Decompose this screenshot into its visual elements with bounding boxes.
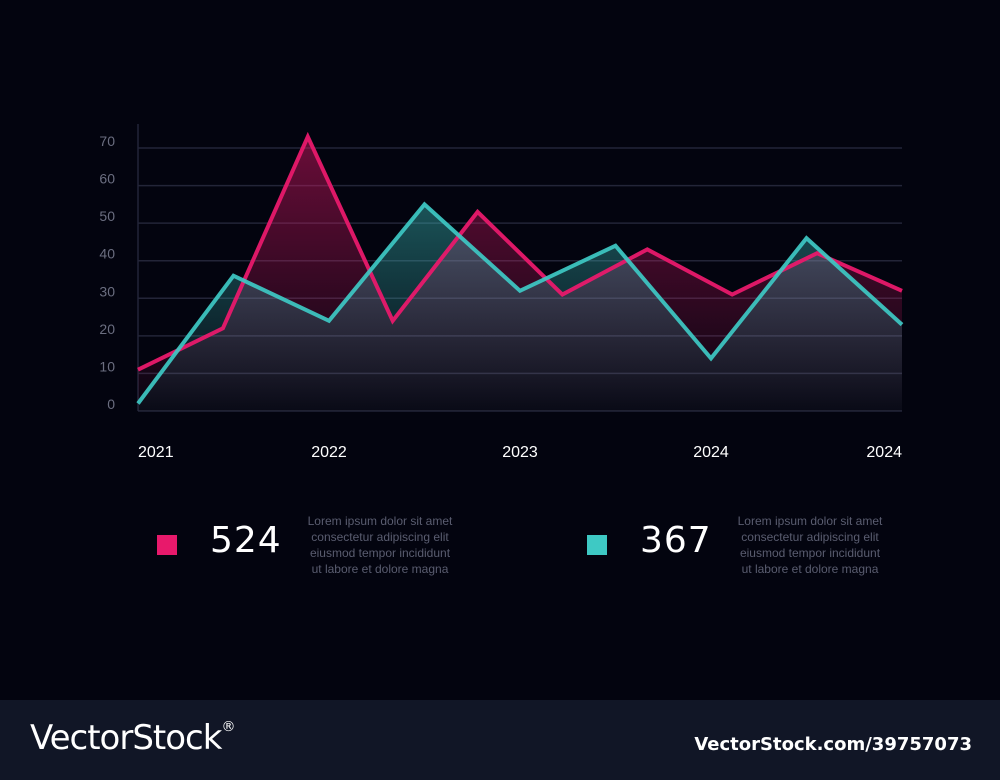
legend-swatch-pink [157, 535, 177, 555]
registered-mark: ® [221, 719, 235, 735]
x-axis-ticks: 2021 2022 2023 2024 2024 [138, 444, 902, 461]
footer-bar: VectorStock® VectorStock.com/39757073 [0, 700, 1000, 780]
vectorstock-logo: VectorStock® [30, 718, 235, 758]
x-tick-label: 2024 [866, 444, 902, 461]
desc-line: ut labore et dolore magna [311, 562, 449, 576]
desc-line: Lorem ipsum dolor sit amet [307, 514, 453, 528]
y-tick-label: 30 [99, 283, 115, 299]
stat-value-teal: 367 [640, 520, 712, 561]
stat-pink: 524 Lorem ipsum dolor sit amet consectet… [155, 510, 475, 590]
desc-line: consectetur adipiscing elit [311, 530, 449, 544]
image-id: VectorStock.com/39757073 [694, 734, 972, 755]
desc-line: Lorem ipsum dolor sit amet [737, 514, 883, 528]
line-area-chart: 0 10 20 30 40 50 60 70 2021 2022 2023 2024 2024 [99, 124, 904, 461]
stat-description-teal: Lorem ipsum dolor sit amet consectetur a… [715, 513, 905, 577]
x-tick-label: 2023 [502, 444, 538, 461]
desc-line: ut labore et dolore magna [741, 562, 879, 576]
y-tick-label: 20 [99, 321, 115, 337]
desc-line: consectetur adipiscing elit [741, 530, 879, 544]
logo-text: VectorStock [30, 718, 222, 758]
desc-line: eiusmod tempor incididunt [739, 546, 881, 560]
y-tick-label: 40 [99, 246, 115, 262]
y-axis-ticks: 0 10 20 30 40 50 60 70 [99, 133, 115, 412]
x-tick-label: 2024 [693, 444, 729, 461]
stat-description-pink: Lorem ipsum dolor sit amet consectetur a… [285, 513, 475, 577]
x-tick-label: 2021 [138, 444, 174, 461]
y-tick-label: 70 [99, 133, 115, 149]
y-tick-label: 60 [99, 171, 115, 187]
stat-teal: 367 Lorem ipsum dolor sit amet consectet… [585, 510, 905, 590]
legend-swatch-teal [587, 535, 607, 555]
x-tick-label: 2022 [311, 444, 347, 461]
y-tick-label: 50 [99, 208, 115, 224]
y-tick-label: 0 [107, 396, 115, 412]
stat-value-pink: 524 [210, 520, 282, 561]
y-tick-label: 10 [99, 358, 115, 374]
desc-line: eiusmod tempor incididunt [309, 546, 451, 560]
series-layer [136, 131, 904, 411]
series-area-teal [138, 204, 902, 411]
